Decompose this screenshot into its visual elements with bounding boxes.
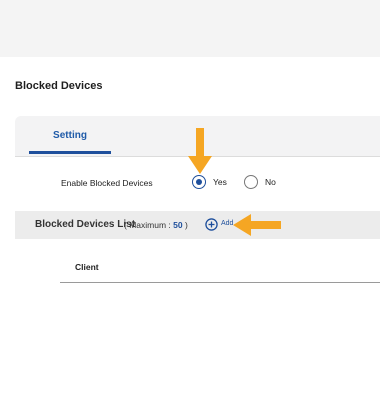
- column-divider: [60, 282, 380, 283]
- enable-blocked-devices-label: Enable Blocked Devices: [61, 178, 153, 188]
- blocked-devices-list-header: Blocked Devices List ( Maximum : 50 ) Ad…: [15, 211, 380, 239]
- list-max-suffix: ): [182, 220, 188, 230]
- plus-circle-icon: [205, 218, 218, 231]
- left-arrow-annotation-icon: [233, 214, 281, 236]
- list-maximum: ( Maximum : 50 ): [124, 220, 188, 230]
- list-max-prefix: ( Maximum :: [124, 220, 174, 230]
- radio-yes[interactable]: [192, 175, 206, 189]
- tab-setting-label: Setting: [53, 130, 87, 141]
- list-title: Blocked Devices List: [35, 219, 136, 230]
- radio-no[interactable]: [244, 175, 258, 189]
- page-title: Blocked Devices: [15, 80, 103, 92]
- top-bar: [0, 0, 380, 57]
- tab-active-indicator: [29, 151, 111, 154]
- column-header-client: Client: [75, 262, 99, 272]
- down-arrow-annotation-icon: [188, 128, 212, 174]
- radio-yes-label: Yes: [213, 177, 227, 187]
- add-button-label: Add: [221, 220, 234, 227]
- list-max-value: 50: [173, 220, 183, 230]
- tab-setting[interactable]: Setting: [29, 116, 111, 156]
- radio-no-label: No: [265, 177, 276, 187]
